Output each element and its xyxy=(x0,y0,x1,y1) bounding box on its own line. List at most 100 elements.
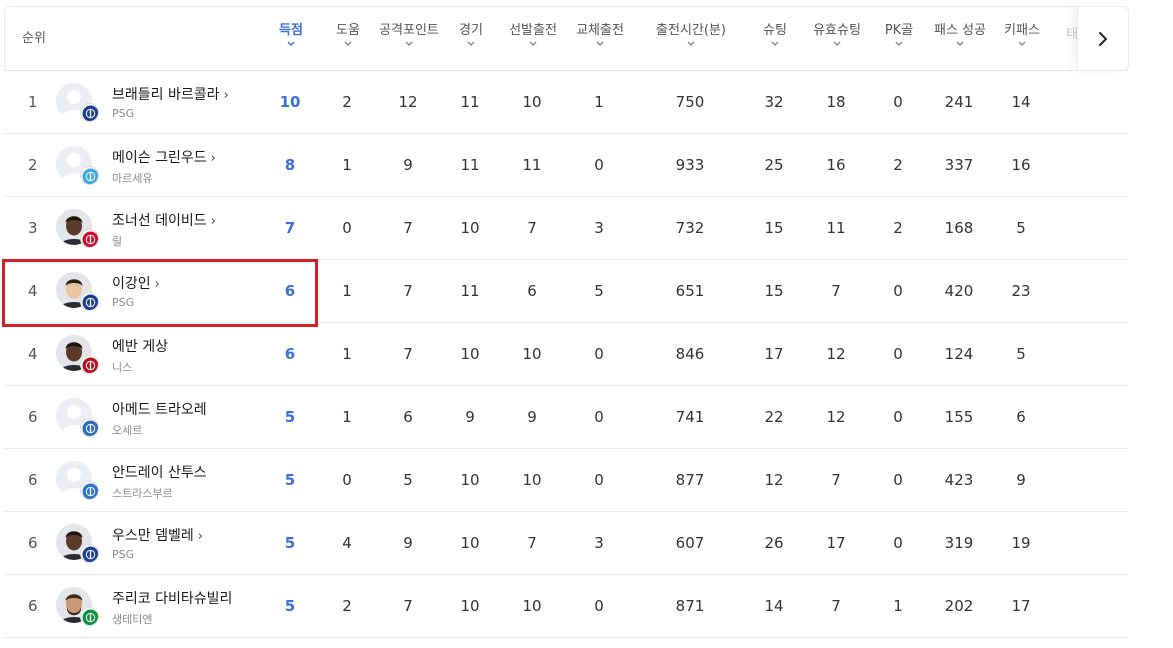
stat-shots: 17 xyxy=(764,345,784,363)
rank-header: 순위 xyxy=(22,31,46,46)
ranking-table: 순위 태 득점 도움 공격포인트 경기 선발출전 교체출전 출전시간(분) 슈팅 유효슈팅 PK골… xyxy=(4,6,1129,638)
stat-key_passes: 9 xyxy=(1016,471,1026,489)
player-name-link[interactable]: 에반 게상 xyxy=(112,336,168,356)
stat-passes: 241 xyxy=(944,93,974,111)
stat-pk_goals: 2 xyxy=(893,219,903,237)
player-name: 우스만 뎀벨레 xyxy=(112,528,194,544)
stat-shots: 25 xyxy=(764,156,784,174)
player-name-link[interactable]: 아메드 트라오레 xyxy=(112,399,207,419)
column-header-shots[interactable]: 슈팅 xyxy=(763,23,787,48)
club-logo-icon xyxy=(80,292,99,311)
column-header-shots_on_target[interactable]: 유효슈팅 xyxy=(813,23,861,48)
player-name-link[interactable]: 메이슨 그린우드 › xyxy=(112,147,216,167)
column-header-minutes[interactable]: 출전시간(분) xyxy=(656,23,726,48)
chevron-right-icon: › xyxy=(154,277,160,292)
player-name-link[interactable]: 우스만 뎀벨레 › xyxy=(112,525,203,545)
stat-shots_on_target: 11 xyxy=(826,219,846,237)
player-name: 에반 게상 xyxy=(112,339,168,355)
stat-games: 10 xyxy=(460,597,480,615)
column-header-label: 도움 xyxy=(336,23,360,38)
stat-assists: 2 xyxy=(342,93,352,111)
column-header-starts[interactable]: 선발출전 xyxy=(509,23,557,48)
table-row[interactable]: 6 주리코 다비타슈빌리 생테티엔 5 2 7 10 10 0 871 14 7 1 202 17 xyxy=(4,575,1128,638)
stat-starts: 10 xyxy=(522,345,542,363)
column-header-passes[interactable]: 패스 성공 xyxy=(934,23,986,48)
chevron-down-icon xyxy=(687,41,695,46)
table-row[interactable]: 6 안드레이 산투스 스트라스부르 5 0 5 10 10 0 877 12 7 0 423 9 xyxy=(4,449,1128,512)
chevron-down-icon xyxy=(405,41,413,46)
column-header-goals[interactable]: 득점 xyxy=(279,23,303,48)
scroll-right-button[interactable] xyxy=(1077,6,1129,71)
club-logo-icon xyxy=(80,229,99,248)
table-row[interactable]: 4 에반 게상 니스 6 1 7 10 10 0 846 17 12 0 124 5 xyxy=(4,323,1128,386)
stat-games: 11 xyxy=(460,93,480,111)
chevron-down-icon xyxy=(956,41,964,46)
table-row[interactable]: 1 브래들리 바르콜라 › PSG 10 2 12 11 10 1 750 32 18 0 241 14 xyxy=(4,71,1128,134)
stat-goals: 5 xyxy=(284,534,296,552)
stat-pk_goals: 0 xyxy=(893,408,903,426)
player-team: PSG xyxy=(112,296,135,309)
player-name-link[interactable]: 브래들리 바르콜라 › xyxy=(112,84,229,104)
stat-key_passes: 5 xyxy=(1016,219,1026,237)
chevron-down-icon xyxy=(467,41,475,46)
column-header-attack_points[interactable]: 공격포인트 xyxy=(379,23,439,48)
table-row[interactable]: 6 아메드 트라오레 오세르 5 1 6 9 9 0 741 22 12 0 155 6 xyxy=(4,386,1128,449)
chevron-down-icon xyxy=(596,41,604,46)
column-header-label: 유효슈팅 xyxy=(813,23,861,38)
stat-starts: 11 xyxy=(522,156,542,174)
rank-cell: 6 xyxy=(28,408,38,426)
table-row[interactable]: 3 조너선 데이비드 › 릴 7 0 7 10 7 3 732 15 11 2 168 5 xyxy=(4,197,1128,260)
stat-games: 10 xyxy=(460,534,480,552)
rank-cell: 6 xyxy=(28,597,38,615)
column-header-pk_goals[interactable]: PK골 xyxy=(885,23,913,48)
chevron-down-icon xyxy=(895,41,903,46)
player-name-link[interactable]: 이강인 › xyxy=(112,273,160,293)
column-header-assists[interactable]: 도움 xyxy=(336,23,360,48)
stat-key_passes: 19 xyxy=(1011,534,1031,552)
player-name-link[interactable]: 주리코 다비타슈빌리 xyxy=(112,588,232,608)
table-row[interactable]: 6 우스만 뎀벨레 › PSG 5 4 9 10 7 3 607 26 17 0 319 19 xyxy=(4,512,1128,575)
club-logo-icon xyxy=(80,607,99,626)
column-header-games[interactable]: 경기 xyxy=(459,23,483,48)
column-header-key_passes[interactable]: 키패스 xyxy=(1004,23,1040,48)
stat-subs: 0 xyxy=(594,408,604,426)
chevron-right-icon: › xyxy=(223,88,229,103)
chevron-right-icon: › xyxy=(210,151,216,166)
chevron-right-icon xyxy=(1099,31,1107,46)
column-header-label: 선발출전 xyxy=(509,23,557,38)
stat-shots_on_target: 12 xyxy=(826,408,846,426)
stat-assists: 1 xyxy=(342,282,352,300)
stat-minutes: 607 xyxy=(675,534,705,552)
stat-attack_points: 7 xyxy=(403,282,413,300)
stat-attack_points: 7 xyxy=(403,597,413,615)
rank-cell: 2 xyxy=(28,156,38,174)
rank-cell: 6 xyxy=(28,471,38,489)
chevron-down-icon xyxy=(529,41,537,46)
table-row[interactable]: 4 이강인 › PSG 6 1 7 11 6 5 651 15 7 0 420 23 xyxy=(4,260,1128,323)
player-name-link[interactable]: 조너선 데이비드 › xyxy=(112,210,216,230)
club-logo-icon xyxy=(80,355,99,374)
player-name: 메이슨 그린우드 xyxy=(112,150,207,166)
stat-minutes: 732 xyxy=(675,219,705,237)
stat-subs: 3 xyxy=(594,219,604,237)
club-logo-icon xyxy=(80,418,99,437)
stat-goals: 6 xyxy=(284,345,296,363)
club-logo-icon xyxy=(80,544,99,563)
stat-attack_points: 9 xyxy=(403,156,413,174)
stat-pk_goals: 2 xyxy=(893,156,903,174)
stat-starts: 10 xyxy=(522,597,542,615)
column-header-subs[interactable]: 교체출전 xyxy=(576,23,624,48)
player-name: 조너선 데이비드 xyxy=(112,213,207,229)
stat-passes: 319 xyxy=(944,534,974,552)
stat-key_passes: 14 xyxy=(1011,93,1031,111)
stat-attack_points: 12 xyxy=(398,93,418,111)
stat-shots_on_target: 12 xyxy=(826,345,846,363)
stat-shots: 32 xyxy=(764,93,784,111)
stat-shots_on_target: 7 xyxy=(831,597,841,615)
stat-minutes: 741 xyxy=(675,408,705,426)
stat-passes: 423 xyxy=(944,471,974,489)
stat-starts: 7 xyxy=(527,219,537,237)
player-team: 릴 xyxy=(112,235,123,248)
player-name-link[interactable]: 안드레이 산투스 xyxy=(112,462,207,482)
table-row[interactable]: 2 메이슨 그린우드 › 마르세유 8 1 9 11 11 0 933 25 16 2 337 16 xyxy=(4,134,1128,197)
